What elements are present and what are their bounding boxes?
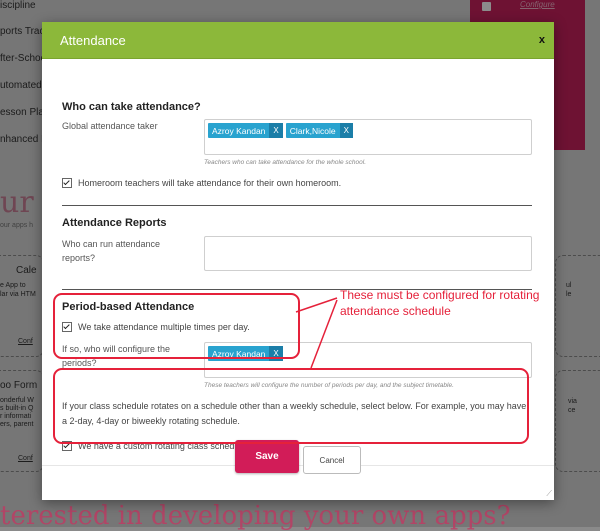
annotation-text: These must be configured for rotating at…	[340, 288, 540, 318]
annotation-arrow-1	[295, 297, 338, 313]
annotation-arrow-2	[310, 299, 338, 369]
annotation-arrows	[295, 297, 338, 369]
